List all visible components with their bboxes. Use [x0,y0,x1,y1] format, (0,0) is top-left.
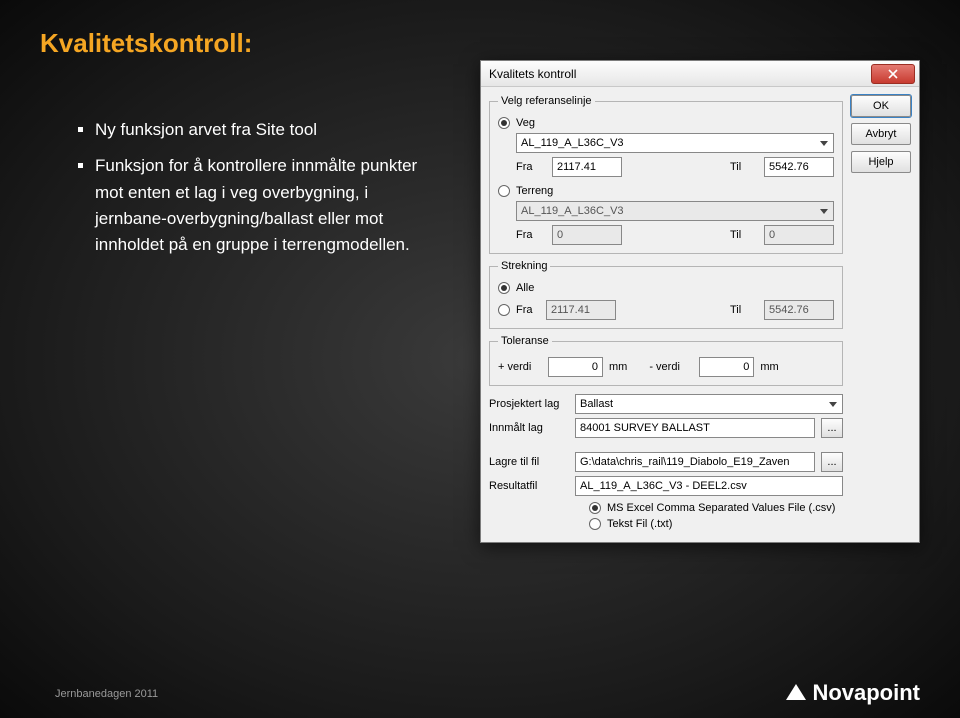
toleranse-group: Toleranse + verdi 0 mm - verdi 0 mm [489,335,843,386]
ok-button[interactable]: OK [851,95,911,117]
minus-verdi-label: - verdi [649,361,693,373]
radio-txt-label: Tekst Fil (.txt) [607,518,672,530]
bullet-item: Ny funksjon arvet fra Site tool [95,117,425,143]
radio-csv-label: MS Excel Comma Separated Values File (.c… [607,502,835,514]
hjelp-button[interactable]: Hjelp [851,151,911,173]
veg-fra-input[interactable]: 2117.41 [552,157,622,177]
veg-til-input[interactable]: 5542.76 [764,157,834,177]
lagre-til-fil-browse[interactable]: ... [821,452,843,472]
resultatfil-label: Resultatfil [489,480,569,492]
quality-control-dialog: Kvalitets kontroll Velg referanselinje V… [480,60,920,543]
bullet-item: Funksjon for å kontrollere innmålte punk… [95,153,425,258]
resultatfil-input[interactable]: AL_119_A_L36C_V3 - DEEL2.csv [575,476,843,496]
slide-title: Kvalitetskontroll: [40,28,252,59]
radio-terreng-label: Terreng [516,185,553,197]
dialog-title: Kvalitets kontroll [489,67,576,81]
veg-line-select[interactable]: AL_119_A_L36C_V3 [516,133,834,153]
terreng-fra-input: 0 [552,225,622,245]
innmalt-lag-input[interactable]: 84001 SURVEY BALLAST [575,418,815,438]
avbryt-button[interactable]: Avbryt [851,123,911,145]
innmalt-lag-label: Innmålt lag [489,422,569,434]
innmalt-lag-browse[interactable]: ... [821,418,843,438]
terreng-line-select: AL_119_A_L36C_V3 [516,201,834,221]
prosjektert-lag-select[interactable]: Ballast [575,394,843,414]
plus-verdi-input[interactable]: 0 [548,357,603,377]
radio-fra[interactable] [498,304,510,316]
veg-til-label: Til [730,161,758,173]
strekning-group: Strekning Alle Fra 2117.41 Til 5542.76 [489,260,843,329]
terreng-til-input: 0 [764,225,834,245]
reference-line-group: Velg referanselinje Veg AL_119_A_L36C_V3… [489,95,843,254]
logo-triangle-icon [786,684,806,700]
veg-fra-label: Fra [516,161,546,173]
radio-veg-label: Veg [516,117,535,129]
lagre-til-fil-label: Lagre til fil [489,456,569,468]
lagre-til-fil-input[interactable]: G:\data\chris_rail\119_Diabolo_E19_Zaven [575,452,815,472]
footer-text: Jernbanedagen 2011 [55,688,158,700]
prosjektert-lag-label: Prosjektert lag [489,398,569,410]
plus-unit: mm [609,361,627,373]
minus-unit: mm [760,361,778,373]
close-icon [888,69,898,79]
radio-alle-label: Alle [516,282,534,294]
strekning-til-input: 5542.76 [764,300,834,320]
strekning-fra-input: 2117.41 [546,300,616,320]
strekning-legend: Strekning [498,260,550,272]
footer-logo: Novapoint [786,680,920,706]
toleranse-legend: Toleranse [498,335,552,347]
plus-verdi-label: + verdi [498,361,542,373]
strekning-til-label: Til [730,304,758,316]
radio-txt[interactable] [589,518,601,530]
radio-terreng[interactable] [498,185,510,197]
radio-fra-label: Fra [516,304,540,316]
titlebar[interactable]: Kvalitets kontroll [481,61,919,87]
radio-veg[interactable] [498,117,510,129]
radio-csv[interactable] [589,502,601,514]
minus-verdi-input[interactable]: 0 [699,357,754,377]
radio-alle[interactable] [498,282,510,294]
brand-name: Novapoint [812,680,920,706]
reference-line-legend: Velg referanselinje [498,95,595,107]
terreng-til-label: Til [730,229,758,241]
bullet-list: Ny funksjon arvet fra Site tool Funksjon… [55,117,425,269]
close-button[interactable] [871,64,915,84]
terreng-fra-label: Fra [516,229,546,241]
